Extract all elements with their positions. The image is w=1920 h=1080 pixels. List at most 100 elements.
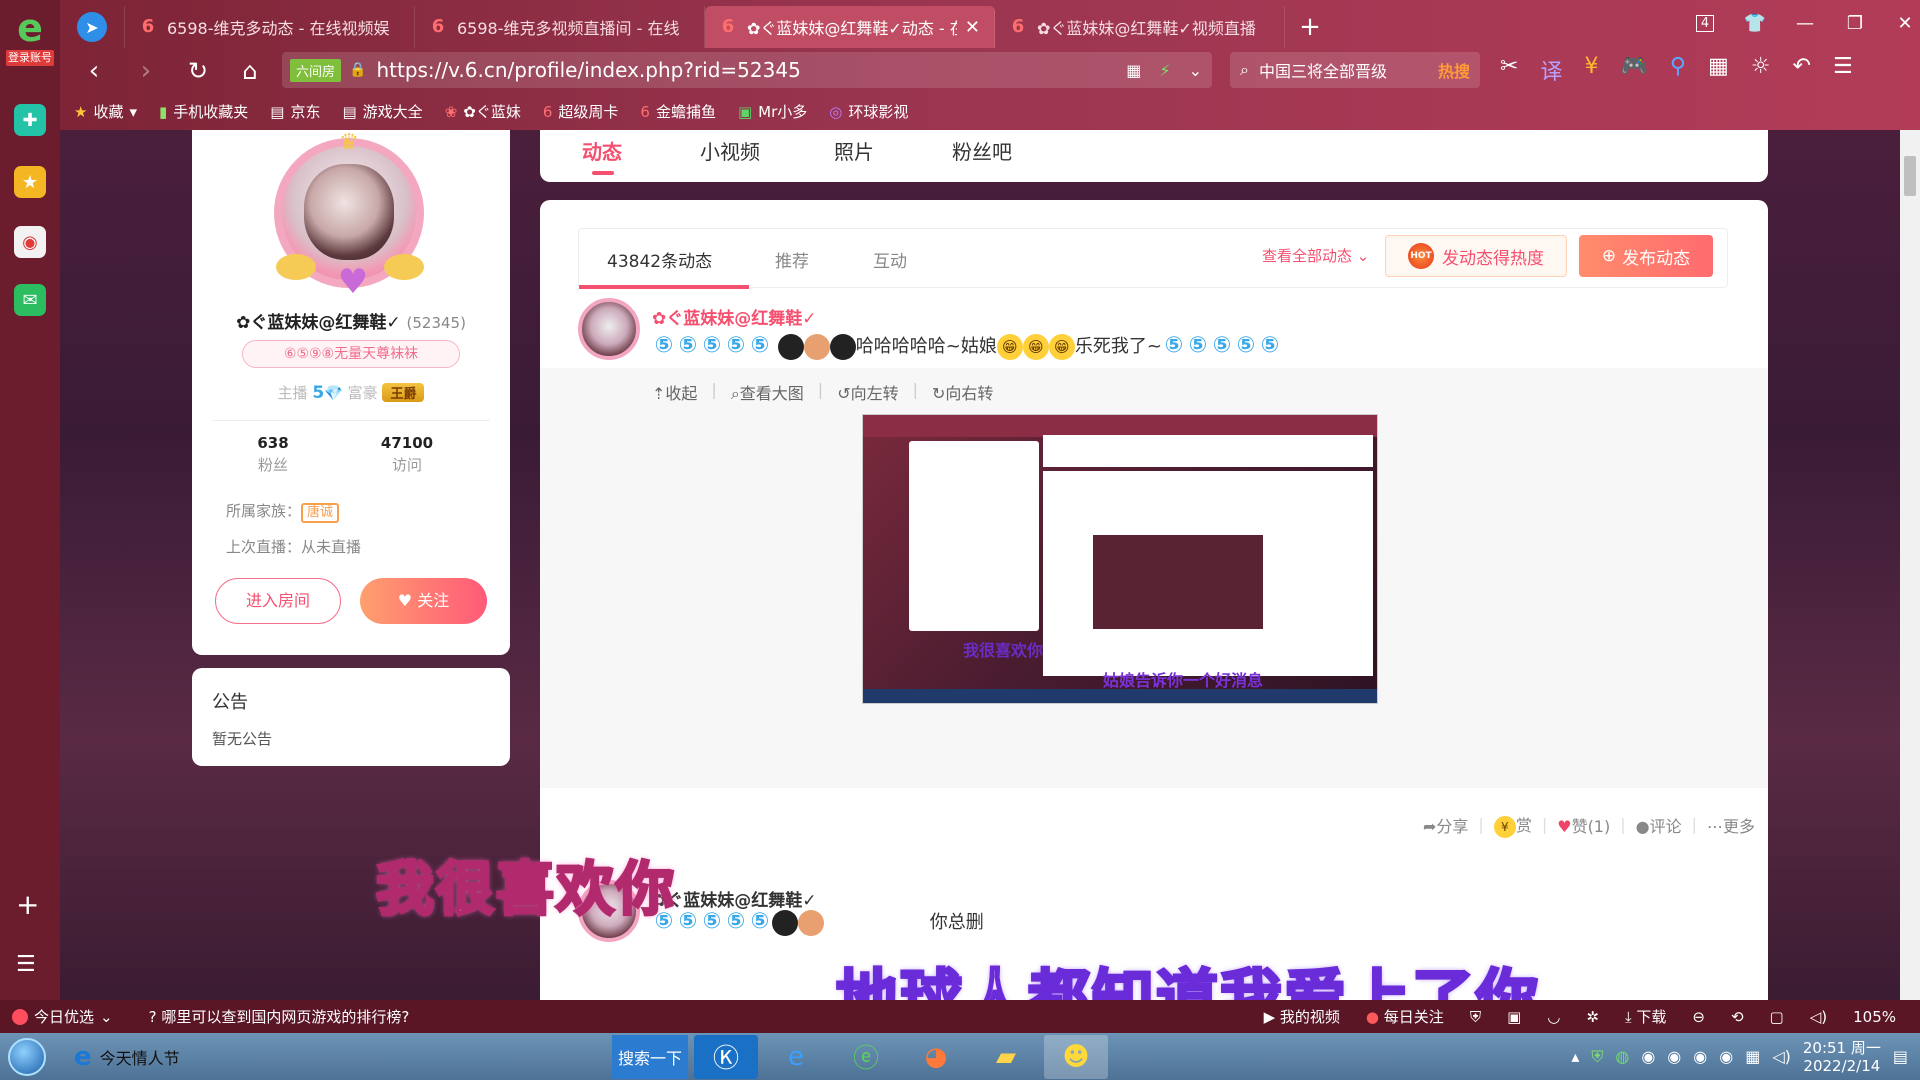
tab-dynamic[interactable]: 动态 bbox=[582, 136, 622, 175]
menu-icon[interactable]: ☰ bbox=[1833, 54, 1853, 86]
minimize-icon[interactable]: — bbox=[1780, 8, 1830, 38]
tab-all-dynamics[interactable]: 43842条动态 bbox=[607, 247, 712, 272]
view-large-button[interactable]: ⌕查看大图 bbox=[731, 380, 804, 404]
post-screenshot-image[interactable]: 我很喜欢你 姑娘告诉你一个好消息 bbox=[862, 414, 1378, 704]
download-button[interactable]: ⤓ 下载 bbox=[1625, 1006, 1666, 1027]
game-controller-icon[interactable]: 🎮 bbox=[1620, 54, 1647, 86]
favorites-star-icon[interactable]: ★ bbox=[14, 166, 46, 198]
coin-icon[interactable]: ¥ bbox=[1584, 54, 1598, 86]
publish-post-button[interactable]: ⊕ 发布动态 bbox=[1579, 235, 1713, 277]
like-button[interactable]: ♥赞(1) bbox=[1557, 813, 1610, 837]
more-button[interactable]: ⋯更多 bbox=[1707, 813, 1755, 837]
bookmark-jd[interactable]: ▤ 京东 bbox=[270, 101, 320, 122]
scrollbar-thumb[interactable] bbox=[1904, 156, 1916, 196]
chevron-down-icon[interactable]: ⌄ bbox=[1189, 61, 1202, 80]
media-player-icon[interactable]: ☻ bbox=[1044, 1034, 1108, 1079]
mail-icon[interactable]: ✉ bbox=[14, 284, 46, 316]
comment-button[interactable]: ●评论 bbox=[1636, 813, 1682, 837]
view-all-dropdown[interactable]: 查看全部动态 ⌄ bbox=[1262, 245, 1369, 266]
tab-photos[interactable]: 照片 bbox=[834, 136, 874, 165]
bookmark-huanqiu[interactable]: ◎ 环球影视 bbox=[829, 101, 908, 122]
tab-weikeduo-dynamic[interactable]: 6 6598-维克多动态 - 在线视频娱 bbox=[125, 6, 415, 48]
refresh-button[interactable]: ↻ bbox=[172, 51, 224, 91]
follow-button[interactable]: ♥ 关注 bbox=[360, 578, 487, 624]
question-link[interactable]: ? 哪里可以查到国内网页游戏的排行榜? bbox=[149, 1006, 410, 1027]
login-label[interactable]: 登录账号 bbox=[6, 50, 54, 66]
home-button[interactable]: ⌂ bbox=[224, 51, 276, 91]
bookmark-mr-xiaoduo[interactable]: ▣ Mr小多 bbox=[738, 101, 807, 122]
add-icon[interactable]: + bbox=[16, 888, 39, 921]
shield-tray-icon[interactable]: ⛨ bbox=[1591, 1047, 1603, 1067]
search-tool-icon[interactable]: ⚲ bbox=[1670, 54, 1686, 86]
bookmark-mobile[interactable]: ▮ 手机收藏夹 bbox=[159, 101, 248, 122]
volume-icon[interactable]: ◁) bbox=[1810, 1008, 1827, 1026]
wifi-icon[interactable]: ◡ bbox=[1547, 1008, 1560, 1026]
brightness-icon[interactable]: ☼ bbox=[1751, 54, 1771, 86]
search-box[interactable]: ⌕ 中国三将全部晋级 热搜 bbox=[1230, 52, 1480, 88]
search-suggestion[interactable]: 中国三将全部晋级 bbox=[1259, 58, 1387, 82]
clean-icon[interactable]: ⟲ bbox=[1731, 1008, 1744, 1026]
bookmark-weekly-card[interactable]: 6 超级周卡 bbox=[543, 101, 619, 122]
close-tab-icon[interactable]: ✕ bbox=[965, 17, 980, 38]
window-icon[interactable]: ▢ bbox=[1770, 1008, 1784, 1026]
post-author[interactable]: ✿ぐ蓝妹妹@红舞鞋✓ bbox=[652, 304, 817, 329]
hot-search-label[interactable]: 热搜 bbox=[1438, 58, 1470, 82]
clock[interactable]: 20:51 周一 2022/2/14 bbox=[1803, 1039, 1881, 1075]
plugin-icon[interactable]: ✚ bbox=[14, 104, 46, 136]
qq-icon[interactable]: ◉ bbox=[1641, 1047, 1655, 1066]
green-browser-icon[interactable]: ⓔ bbox=[834, 1035, 898, 1079]
qq-icon[interactable]: ◉ bbox=[1719, 1047, 1733, 1066]
notification-icon[interactable]: ▤ bbox=[1893, 1047, 1908, 1066]
family-tag[interactable]: 唐诚 bbox=[301, 503, 340, 523]
lightning-icon[interactable]: ⚡ bbox=[1159, 61, 1170, 80]
wechat-icon[interactable]: ◍ bbox=[1615, 1047, 1629, 1066]
rotate-right-button[interactable]: ↻向右转 bbox=[932, 380, 993, 404]
bookmark-games[interactable]: ▤ 游戏大全 bbox=[342, 101, 422, 122]
k-app-icon[interactable]: Ⓚ bbox=[694, 1034, 758, 1079]
daily-follow-button[interactable]: ● 每日关注 bbox=[1366, 1006, 1444, 1027]
rotate-left-button[interactable]: ↺向左转 bbox=[837, 380, 898, 404]
today-picks[interactable]: 今日优选 ⌄ bbox=[12, 1006, 113, 1027]
enter-room-button[interactable]: 进入房间 bbox=[215, 578, 341, 624]
qq-icon[interactable]: ◉ bbox=[1667, 1047, 1681, 1066]
tab-lanmeimei-live[interactable]: 6 ✿ぐ蓝妹妹@红舞鞋✓视频直播 bbox=[995, 6, 1285, 48]
grid-icon[interactable]: ▦ bbox=[1708, 54, 1729, 86]
tab-count-button[interactable]: 4 bbox=[1680, 8, 1730, 38]
hot-post-button[interactable]: HOT 发动态得热度 bbox=[1385, 235, 1567, 277]
translate-icon[interactable]: 译 bbox=[1540, 54, 1562, 86]
tab-weikeduo-live[interactable]: 6 6598-维克多视频直播间 - 在线 bbox=[415, 6, 705, 48]
folder-icon[interactable]: ▰ bbox=[974, 1035, 1038, 1079]
post-avatar[interactable] bbox=[578, 298, 640, 360]
back-button[interactable]: ‹ bbox=[68, 51, 120, 91]
close-window-icon[interactable]: ✕ bbox=[1880, 8, 1920, 38]
forward-button[interactable]: › bbox=[120, 51, 172, 91]
page-scrollbar[interactable] bbox=[1900, 130, 1920, 1000]
colorful-app-icon[interactable]: ◕ bbox=[904, 1035, 968, 1079]
shield-icon[interactable]: ⛨ bbox=[1470, 1008, 1481, 1026]
tab-lanmeimei-dynamic[interactable]: 6 ✿ぐ蓝妹妹@红舞鞋✓动态 - 在 ✕ bbox=[705, 6, 995, 48]
bookmark-lanmei[interactable]: ❀ ✿ぐ蓝妹 bbox=[445, 101, 521, 122]
address-bar[interactable]: 六间房 🔒 https://v.6.cn/profile/index.php?r… bbox=[282, 52, 1212, 88]
new-tab-button[interactable]: + bbox=[1285, 6, 1335, 48]
tab-navigation[interactable]: ➤ bbox=[60, 6, 125, 48]
weibo-icon[interactable]: ◉ bbox=[14, 226, 46, 258]
ie-address-box[interactable]: e 今天情人节 bbox=[62, 1037, 612, 1077]
tray-expand-icon[interactable]: ▴ bbox=[1571, 1047, 1579, 1066]
fans-stat[interactable]: 638 粉丝 bbox=[218, 434, 328, 475]
image-icon[interactable]: ▣ bbox=[1507, 1008, 1521, 1026]
my-video-button[interactable]: ▶ 我的视频 bbox=[1264, 1006, 1340, 1027]
network-icon[interactable]: ▦ bbox=[1745, 1047, 1760, 1066]
settings-icon[interactable]: ✲ bbox=[1586, 1008, 1599, 1026]
bookmark-fishing[interactable]: 6 金蟾捕鱼 bbox=[640, 101, 716, 122]
collapse-button[interactable]: ⇡收起 bbox=[652, 380, 697, 404]
qr-icon[interactable]: ▦ bbox=[1126, 61, 1141, 80]
ie-browser-icon[interactable]: e bbox=[764, 1035, 828, 1079]
browser-logo[interactable]: e 登录账号 bbox=[6, 8, 54, 68]
taskbar-search-button[interactable]: 搜索一下 bbox=[612, 1034, 688, 1079]
undo-icon[interactable]: ↶ bbox=[1793, 54, 1811, 86]
scissors-icon[interactable]: ✂ bbox=[1500, 54, 1518, 86]
qq-icon[interactable]: ◉ bbox=[1693, 1047, 1707, 1066]
tab-fan-club[interactable]: 粉丝吧 bbox=[952, 136, 1012, 165]
tab-short-video[interactable]: 小视频 bbox=[700, 136, 760, 165]
profile-avatar[interactable]: ♛ ♥ bbox=[274, 130, 424, 299]
